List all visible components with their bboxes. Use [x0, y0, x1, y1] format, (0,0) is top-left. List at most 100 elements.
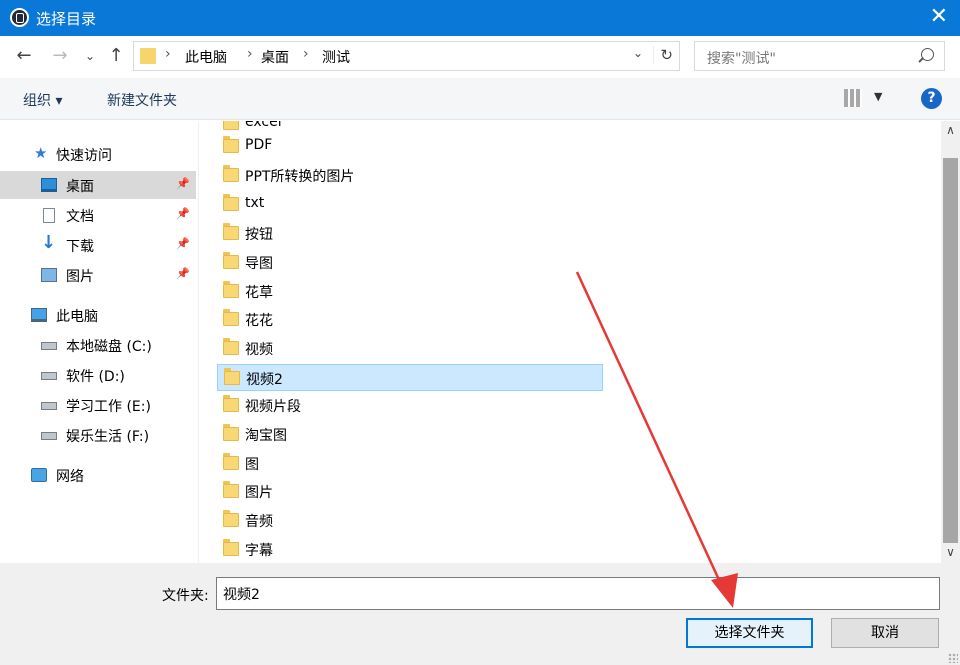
- drive-icon: [41, 372, 57, 380]
- address-dropdown-icon[interactable]: ⌄: [633, 46, 643, 60]
- folder-field-label: 文件夹:: [162, 588, 209, 604]
- nav-label: 本地磁盘 (C:): [66, 339, 152, 355]
- breadcrumb-test[interactable]: 测试: [322, 47, 350, 67]
- back-arrow-icon[interactable]: ←: [12, 44, 36, 68]
- view-dropdown-icon[interactable]: ▼: [874, 90, 882, 103]
- list-item[interactable]: 图: [217, 450, 603, 477]
- address-row: ← → ⌄ ↑ › 此电脑 › 桌面 › 测试 ⌄ ↻ 搜索"测试": [0, 36, 960, 78]
- nav-label: 此电脑: [56, 309, 98, 325]
- folder-name: 花花: [245, 313, 273, 329]
- list-item[interactable]: PPT所转换的图片: [217, 162, 603, 189]
- computer-icon: [31, 308, 47, 322]
- folder-icon: [223, 338, 239, 355]
- title-bar: 选择目录 ✕: [0, 0, 960, 36]
- list-item[interactable]: 导图: [217, 249, 603, 276]
- app-icon: [10, 8, 29, 27]
- nav-item-documents[interactable]: 文档 📌: [0, 201, 196, 229]
- list-item[interactable]: 花草: [217, 278, 603, 305]
- view-options-icon[interactable]: [844, 89, 862, 107]
- pin-icon: 📌: [176, 207, 190, 220]
- folder-name: txt: [245, 195, 265, 211]
- folder-name: excel: [245, 121, 282, 130]
- nav-label: 图片: [66, 269, 94, 285]
- list-item-selected[interactable]: 视频2: [217, 364, 603, 391]
- folder-name: 视频片段: [245, 399, 301, 415]
- nav-label: 网络: [56, 469, 84, 485]
- refresh-icon[interactable]: ↻: [653, 46, 673, 64]
- window-title: 选择目录: [36, 10, 97, 28]
- nav-item-network[interactable]: 网络: [0, 461, 196, 489]
- breadcrumb-separator: ›: [165, 46, 171, 62]
- help-icon[interactable]: ?: [921, 88, 942, 109]
- breadcrumb-desktop[interactable]: 桌面: [261, 47, 289, 67]
- nav-label: 文档: [66, 209, 94, 225]
- pin-icon: 📌: [176, 267, 190, 280]
- new-folder-button[interactable]: 新建文件夹: [107, 90, 177, 110]
- select-folder-button[interactable]: 选择文件夹: [686, 618, 813, 648]
- folder-name: 导图: [245, 256, 273, 272]
- organize-menu[interactable]: 组织 ▾: [23, 90, 62, 110]
- list-item[interactable]: 按钮: [217, 220, 603, 247]
- folder-name: 图: [245, 457, 259, 473]
- folder-icon: [223, 424, 239, 441]
- dialog-footer: 文件夹: 选择文件夹 取消: [0, 563, 960, 665]
- recent-locations-chevron-icon[interactable]: ⌄: [78, 44, 102, 68]
- folder-icon: [223, 136, 239, 153]
- list-item[interactable]: 花花: [217, 306, 603, 333]
- list-item[interactable]: 图片: [217, 478, 603, 505]
- folder-name-input[interactable]: [216, 577, 940, 610]
- nav-item-drive-d[interactable]: 软件 (D:): [0, 361, 196, 389]
- nav-item-desktop[interactable]: 桌面 📌: [0, 171, 196, 199]
- forward-arrow-icon[interactable]: →: [48, 44, 72, 68]
- pin-icon: 📌: [176, 177, 190, 190]
- list-item[interactable]: 视频片段: [217, 392, 603, 419]
- scroll-up-icon[interactable]: ∧: [941, 121, 960, 141]
- navigation-pane: ★ 快速访问 桌面 📌 文档 📌 ↓ 下载 📌 图片 📌 此电脑 本地磁盘 (C…: [0, 121, 198, 563]
- list-item[interactable]: 视频: [217, 335, 603, 362]
- nav-item-quick-access[interactable]: ★ 快速访问: [0, 140, 196, 168]
- search-icon[interactable]: [921, 48, 934, 61]
- folder-icon: [223, 510, 239, 527]
- nav-item-drive-f[interactable]: 娱乐生活 (F:): [0, 421, 196, 449]
- list-item[interactable]: txt: [217, 191, 603, 218]
- close-icon[interactable]: ✕: [930, 5, 948, 29]
- cancel-button[interactable]: 取消: [831, 618, 939, 648]
- nav-label: 软件 (D:): [66, 369, 125, 385]
- list-item[interactable]: 字幕: [217, 536, 603, 563]
- breadcrumb-this-pc[interactable]: 此电脑: [185, 47, 227, 67]
- list-item[interactable]: 音频: [217, 507, 603, 534]
- folder-icon: [223, 165, 239, 182]
- address-bar[interactable]: › 此电脑 › 桌面 › 测试 ⌄ ↻: [133, 41, 680, 71]
- folder-name: 图片: [245, 485, 273, 501]
- nav-label: 快速访问: [56, 148, 112, 164]
- search-input[interactable]: 搜索"测试": [694, 41, 945, 71]
- folder-icon: [224, 368, 240, 385]
- nav-item-drive-c[interactable]: 本地磁盘 (C:): [0, 331, 196, 359]
- vertical-scrollbar[interactable]: ∧ ∨: [941, 121, 960, 563]
- folder-icon: [223, 309, 239, 326]
- folder-name: 视频2: [246, 372, 283, 388]
- nav-item-drive-e[interactable]: 学习工作 (E:): [0, 391, 196, 419]
- nav-item-pictures[interactable]: 图片 📌: [0, 261, 196, 289]
- system-drive-icon: [41, 342, 57, 350]
- document-icon: [43, 208, 55, 223]
- folder-icon: [223, 281, 239, 298]
- file-list: excel PDF PPT所转换的图片 txt 按钮 导图 花草 花花 视频 视…: [199, 121, 941, 563]
- list-item[interactable]: 淘宝图: [217, 421, 603, 448]
- nav-item-downloads[interactable]: ↓ 下载 📌: [0, 231, 196, 259]
- resize-grip-icon[interactable]: [948, 653, 958, 663]
- desktop-icon: [41, 178, 57, 192]
- nav-label: 下载: [66, 239, 94, 255]
- nav-label: 娱乐生活 (F:): [66, 429, 150, 445]
- up-arrow-icon[interactable]: ↑: [104, 44, 128, 68]
- breadcrumb-separator: ›: [303, 46, 309, 62]
- folder-name: 字幕: [245, 543, 273, 559]
- command-toolbar: 组织 ▾ 新建文件夹 ▼ ?: [0, 78, 960, 120]
- folder-name: PDF: [245, 137, 273, 153]
- nav-label: 桌面: [66, 179, 94, 195]
- folder-name: 淘宝图: [245, 428, 287, 444]
- scrollbar-thumb[interactable]: [943, 158, 958, 543]
- list-item[interactable]: PDF: [217, 133, 603, 160]
- scroll-down-icon[interactable]: ∨: [941, 543, 960, 563]
- nav-item-this-pc[interactable]: 此电脑: [0, 301, 196, 329]
